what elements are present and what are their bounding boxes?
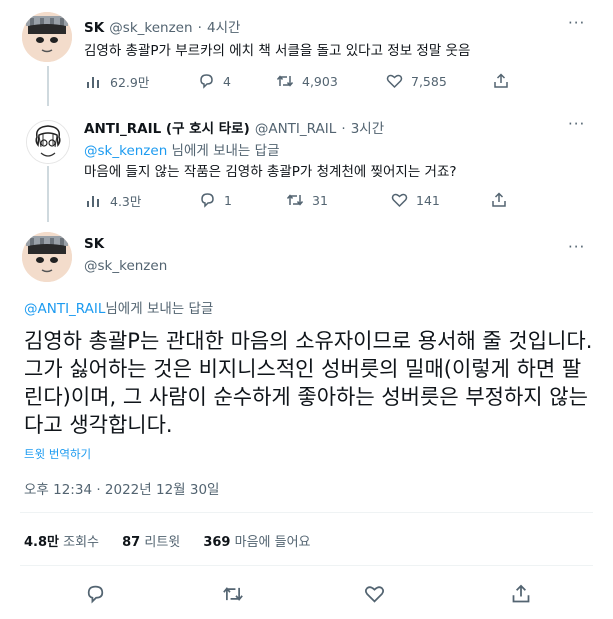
views-label: 조회수	[63, 535, 100, 550]
translate-link[interactable]: 트윗 번역하기	[24, 446, 91, 462]
main-author-handle[interactable]: @sk_kenzen	[84, 258, 167, 274]
tweet1-separator: ·	[197, 20, 202, 36]
tweet1-header: SK @sk_kenzen · 4시간	[84, 16, 240, 36]
main-reply-mention[interactable]: @ANTI_RAIL	[24, 301, 105, 317]
retweet-icon	[222, 583, 244, 605]
like-icon	[390, 191, 408, 209]
tweet1-retweet-count: 4,903	[302, 73, 338, 89]
tweet1-retweet-button[interactable]: 4,903	[276, 72, 338, 90]
share-icon	[510, 583, 532, 605]
views-stat[interactable]: 4.8만 조회수	[24, 535, 99, 550]
main-share-button[interactable]	[510, 583, 540, 605]
share-icon	[490, 191, 508, 209]
retweets-label: 리트윗	[144, 535, 181, 550]
tweet2-author-name[interactable]: ANTI_RAIL (구 호시 타로)	[84, 121, 250, 137]
thread-line	[47, 166, 49, 222]
retweet-icon	[276, 72, 294, 90]
tweet1-views[interactable]: 62.9만	[84, 72, 149, 91]
like-icon	[385, 72, 403, 90]
main-reply-button[interactable]	[84, 583, 114, 605]
tweet2-views-count: 4.3만	[110, 194, 142, 209]
reply-icon	[84, 583, 106, 605]
main-tweet-text: 김영하 총괄P는 관대한 마음의 소유자이므로 용서해 줄 것입니다. 그가 싫…	[24, 329, 593, 437]
tweet1-share-button[interactable]	[492, 72, 518, 90]
likes-stat[interactable]: 369 마음에 들어요	[203, 535, 310, 550]
tweet2-reply-mention[interactable]: @sk_kenzen	[84, 143, 167, 159]
tweet1-reply-button[interactable]: 4	[197, 72, 231, 90]
tweet2-share-button[interactable]	[490, 191, 516, 209]
tweet2-like-count: 141	[416, 192, 440, 208]
tweet2-author-handle[interactable]: @ANTI_RAIL	[255, 121, 336, 137]
main-reply-context: @ANTI_RAIL님에게 보내는 답글	[24, 297, 213, 317]
tweet2-timestamp[interactable]: 3시간	[351, 121, 384, 137]
main-like-button[interactable]	[363, 583, 393, 605]
tweet1-author-name[interactable]: SK	[84, 20, 104, 36]
tweet2-views[interactable]: 4.3만	[84, 191, 141, 210]
main-stats: 4.8만 조회수 87 리트윗 369 마음에 들어요	[24, 531, 329, 550]
reply-icon	[198, 191, 216, 209]
tweet2-text: 마음에 들지 않는 작품은 김영하 총괄P가 청계천에 찢어지는 거죠?	[84, 164, 457, 180]
avatar-sk-main[interactable]	[22, 232, 72, 282]
tweet1-views-count: 62.9만	[110, 75, 150, 90]
views-icon	[84, 73, 102, 91]
likes-label: 마음에 들어요	[234, 535, 311, 550]
retweet-icon	[286, 191, 304, 209]
share-icon	[492, 72, 510, 90]
retweets-stat[interactable]: 87 리트윗	[122, 535, 180, 550]
tweet1-more-icon[interactable]: ···	[568, 14, 585, 32]
tweet2-like-button[interactable]: 141	[390, 191, 440, 209]
reply-icon	[197, 72, 215, 90]
tweet1-like-button[interactable]: 7,585	[385, 72, 447, 90]
main-retweet-button[interactable]	[222, 583, 252, 605]
tweet1-timestamp[interactable]: 4시간	[207, 20, 240, 36]
main-datetime[interactable]: 오후 12:34 · 2022년 12월 30일	[24, 478, 219, 498]
tweet2-more-icon[interactable]: ···	[568, 115, 585, 133]
tweet1-reply-count: 4	[223, 73, 231, 89]
tweet1-like-count: 7,585	[411, 73, 447, 89]
divider	[20, 512, 593, 513]
tweet2-separator: ·	[341, 121, 346, 137]
tweet2-retweet-count: 31	[312, 192, 328, 208]
tweet1-author-handle[interactable]: @sk_kenzen	[109, 20, 192, 36]
tweet2-retweet-button[interactable]: 31	[286, 191, 328, 209]
thread-line	[47, 66, 49, 106]
tweet1-text: 김영하 총괄P가 부르카의 에치 책 서클을 돌고 있다고 정보 정말 웃음	[84, 43, 471, 59]
tweet2-reply-count: 1	[224, 192, 232, 208]
main-more-icon[interactable]: ···	[568, 238, 585, 256]
main-author-name[interactable]: SK	[84, 236, 104, 252]
retweets-number: 87	[122, 535, 141, 550]
divider	[20, 565, 593, 566]
like-icon	[363, 583, 385, 605]
views-number: 4.8만	[24, 535, 59, 550]
main-reply-suffix: 님에게 보내는 답글	[105, 301, 214, 317]
likes-number: 369	[203, 535, 231, 550]
avatar-sk[interactable]	[22, 12, 72, 62]
tweet2-reply-button[interactable]: 1	[198, 191, 232, 209]
tweet2-header: ANTI_RAIL (구 호시 타로) @ANTI_RAIL · 3시간	[84, 117, 384, 137]
views-icon	[84, 192, 102, 210]
tweet2-reply-suffix: 님에게 보내는 답글	[167, 143, 280, 159]
tweet2-reply-context: @sk_kenzen 님에게 보내는 답글	[84, 139, 279, 159]
avatar-anti-rail[interactable]	[26, 120, 70, 164]
